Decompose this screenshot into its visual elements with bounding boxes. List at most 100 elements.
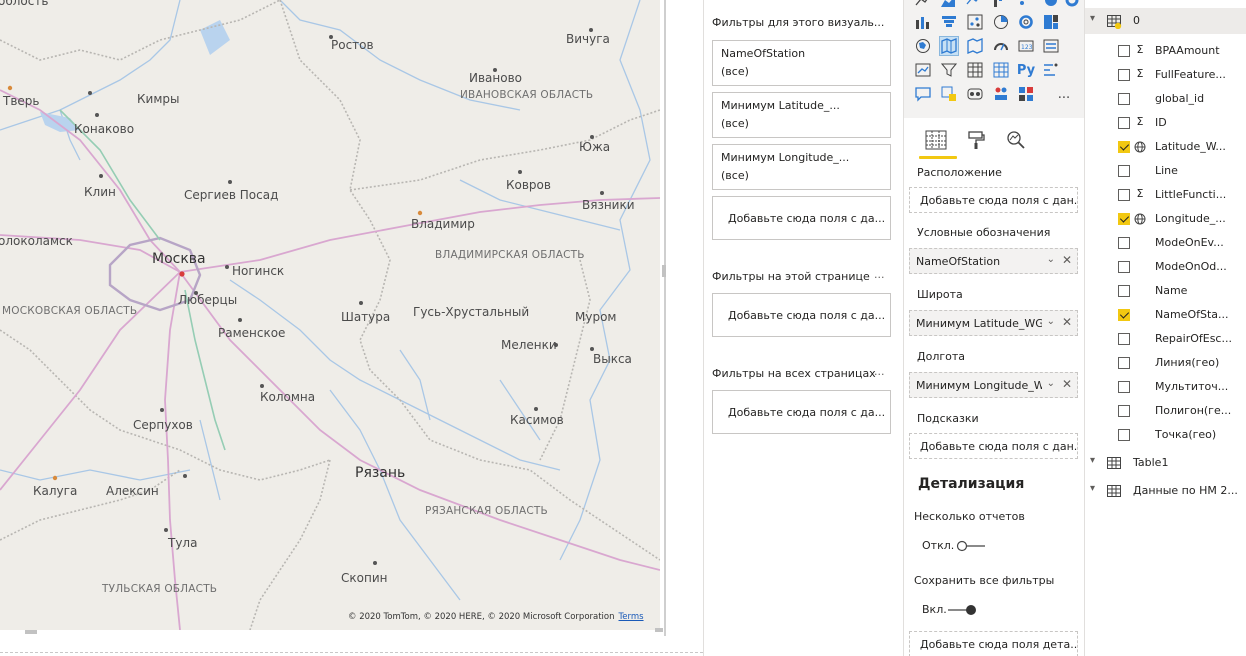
page-filter-drop-zone[interactable]: Добавьте сюда поля с да... [712, 293, 891, 337]
more-visuals-button[interactable]: ... [1054, 84, 1074, 104]
card-icon[interactable]: 123 [1016, 36, 1036, 56]
field-checkbox[interactable] [1118, 333, 1130, 345]
smart-narrative-icon[interactable] [939, 84, 959, 104]
field-item[interactable]: Longitude_... [1085, 207, 1246, 231]
table-item[interactable]: ▾ Table1 [1085, 452, 1246, 474]
key-influencers-icon[interactable] [1041, 60, 1061, 80]
visual-filter-drop-zone[interactable]: Добавьте сюда поля с да... [712, 196, 891, 240]
close-icon[interactable]: ✕ [1062, 377, 1072, 391]
field-item[interactable]: Σ ID [1085, 111, 1246, 135]
column-chart-icon[interactable] [913, 12, 933, 32]
table-item[interactable]: ▾ 0 [1085, 10, 1246, 32]
treemap-icon[interactable] [1041, 12, 1061, 32]
scatter-icon[interactable] [965, 12, 985, 32]
field-checkbox[interactable] [1118, 141, 1130, 153]
table-item[interactable]: ▾ Данные по НМ 2... [1085, 480, 1246, 502]
slicer-icon[interactable] [939, 60, 959, 80]
field-checkbox[interactable] [1118, 213, 1130, 225]
analytics-magnifier-icon[interactable] [1004, 128, 1028, 152]
field-checkbox[interactable] [1118, 261, 1130, 273]
field-checkbox[interactable] [1118, 117, 1130, 129]
donut-icon[interactable] [1016, 12, 1036, 32]
close-icon[interactable]: ✕ [1062, 315, 1072, 329]
field-item[interactable]: Σ FullFeature... [1085, 63, 1246, 87]
field-checkbox[interactable] [1118, 237, 1130, 249]
chevron-down-icon[interactable]: ⌄ [1047, 378, 1055, 389]
field-checkbox[interactable] [1118, 405, 1130, 417]
field-item[interactable]: Latitude_W... [1085, 135, 1246, 159]
field-item[interactable]: Полигон(ге... [1085, 399, 1246, 423]
keep-filters-toggle[interactable] [948, 604, 978, 616]
field-item[interactable]: ModeOnEv... [1085, 231, 1246, 255]
field-checkbox[interactable] [1118, 189, 1130, 201]
field-item[interactable]: Name [1085, 279, 1246, 303]
chevron-right-icon[interactable]: ▾ [1090, 455, 1095, 466]
kpi-icon[interactable] [913, 60, 933, 80]
gauge-icon[interactable] [991, 36, 1011, 56]
longitude-field-pill[interactable]: Минимум Longitude_W ⌄ ✕ [909, 372, 1078, 398]
terms-link[interactable]: Terms [619, 612, 644, 622]
scatter-chart-icon[interactable] [1016, 0, 1036, 10]
fields-tab-icon[interactable] [924, 128, 948, 152]
resize-handle-right[interactable] [662, 265, 666, 277]
filled-map-icon[interactable] [939, 36, 959, 56]
resize-handle-bottom[interactable] [25, 630, 37, 634]
close-icon[interactable]: ✕ [1062, 253, 1072, 267]
field-checkbox[interactable] [1118, 285, 1130, 297]
location-drop-zone[interactable]: Добавьте сюда поля с дан... [909, 187, 1078, 213]
format-paint-roller-icon[interactable] [964, 128, 988, 152]
chevron-down-icon[interactable]: ⌄ [1047, 316, 1055, 327]
table-icon[interactable] [965, 60, 985, 80]
field-item[interactable]: Линия(гео) [1085, 351, 1246, 375]
chevron-down-icon[interactable]: ⌄ [1047, 254, 1055, 265]
field-item[interactable]: Σ LittleFuncti... [1085, 183, 1246, 207]
chevron-right-icon[interactable]: ▾ [1090, 483, 1095, 494]
field-item[interactable]: Мультиточ... [1085, 375, 1246, 399]
area-chart-icon[interactable] [938, 0, 958, 10]
shape-map-icon[interactable] [965, 36, 985, 56]
filter-card[interactable]: NameOfStation (все) [712, 40, 891, 86]
cross-report-toggle[interactable] [955, 540, 985, 552]
field-item[interactable]: RepairOfEsc... [1085, 327, 1246, 351]
qna-icon[interactable] [913, 84, 933, 104]
drillthrough-drop-zone[interactable]: Добавьте сюда поля дета... [909, 631, 1078, 656]
page-filters-more-button[interactable]: ... [874, 268, 885, 281]
field-checkbox[interactable] [1118, 309, 1130, 321]
filter-card[interactable]: Минимум Longitude_... (все) [712, 144, 891, 190]
matrix-icon[interactable] [991, 60, 1011, 80]
latitude-field-pill[interactable]: Минимум Latitude_WG ⌄ ✕ [909, 310, 1078, 336]
pie-chart-icon[interactable] [1041, 0, 1061, 10]
legend-field-pill[interactable]: NameOfStation ⌄ ✕ [909, 248, 1078, 274]
all-pages-filters-more-button[interactable]: ... [874, 365, 885, 378]
power-apps-icon[interactable] [1016, 84, 1036, 104]
donut-chart-icon[interactable] [1062, 0, 1082, 10]
map-icon[interactable] [913, 36, 933, 56]
tooltips-drop-zone[interactable]: Добавьте сюда поля с дан... [909, 433, 1078, 459]
field-checkbox[interactable] [1118, 69, 1130, 81]
ribbon-chart-icon[interactable] [964, 0, 984, 10]
line-chart-icon[interactable] [913, 0, 933, 10]
field-item[interactable]: Σ BPAAmount [1085, 39, 1246, 63]
field-checkbox[interactable] [1118, 357, 1130, 369]
filter-card[interactable]: Минимум Latitude_... (все) [712, 92, 891, 138]
field-item[interactable]: NameOfSta... [1085, 303, 1246, 327]
field-item[interactable]: Line [1085, 159, 1246, 183]
field-checkbox[interactable] [1118, 45, 1130, 57]
field-checkbox[interactable] [1118, 93, 1130, 105]
pie-icon[interactable] [991, 12, 1011, 32]
field-item[interactable]: global_id [1085, 87, 1246, 111]
field-item[interactable]: Точка(гео) [1085, 423, 1246, 447]
field-checkbox[interactable] [1118, 165, 1130, 177]
field-checkbox[interactable] [1118, 381, 1130, 393]
waterfall-chart-icon[interactable] [990, 0, 1010, 10]
decomposition-tree-icon[interactable] [991, 84, 1011, 104]
chevron-down-icon[interactable]: ▾ [1090, 13, 1095, 24]
paginated-report-icon[interactable] [965, 84, 985, 104]
map-visual[interactable]: облость Ростов Вичуга Тверь Кимры Иванов… [0, 0, 660, 630]
field-item[interactable]: ModeOnOd... [1085, 255, 1246, 279]
resize-handle-corner[interactable] [655, 628, 663, 632]
all-pages-filter-drop-zone[interactable]: Добавьте сюда поля с да... [712, 390, 891, 434]
multi-row-card-icon[interactable] [1041, 36, 1061, 56]
field-checkbox[interactable] [1118, 429, 1130, 441]
funnel-icon[interactable] [939, 12, 959, 32]
